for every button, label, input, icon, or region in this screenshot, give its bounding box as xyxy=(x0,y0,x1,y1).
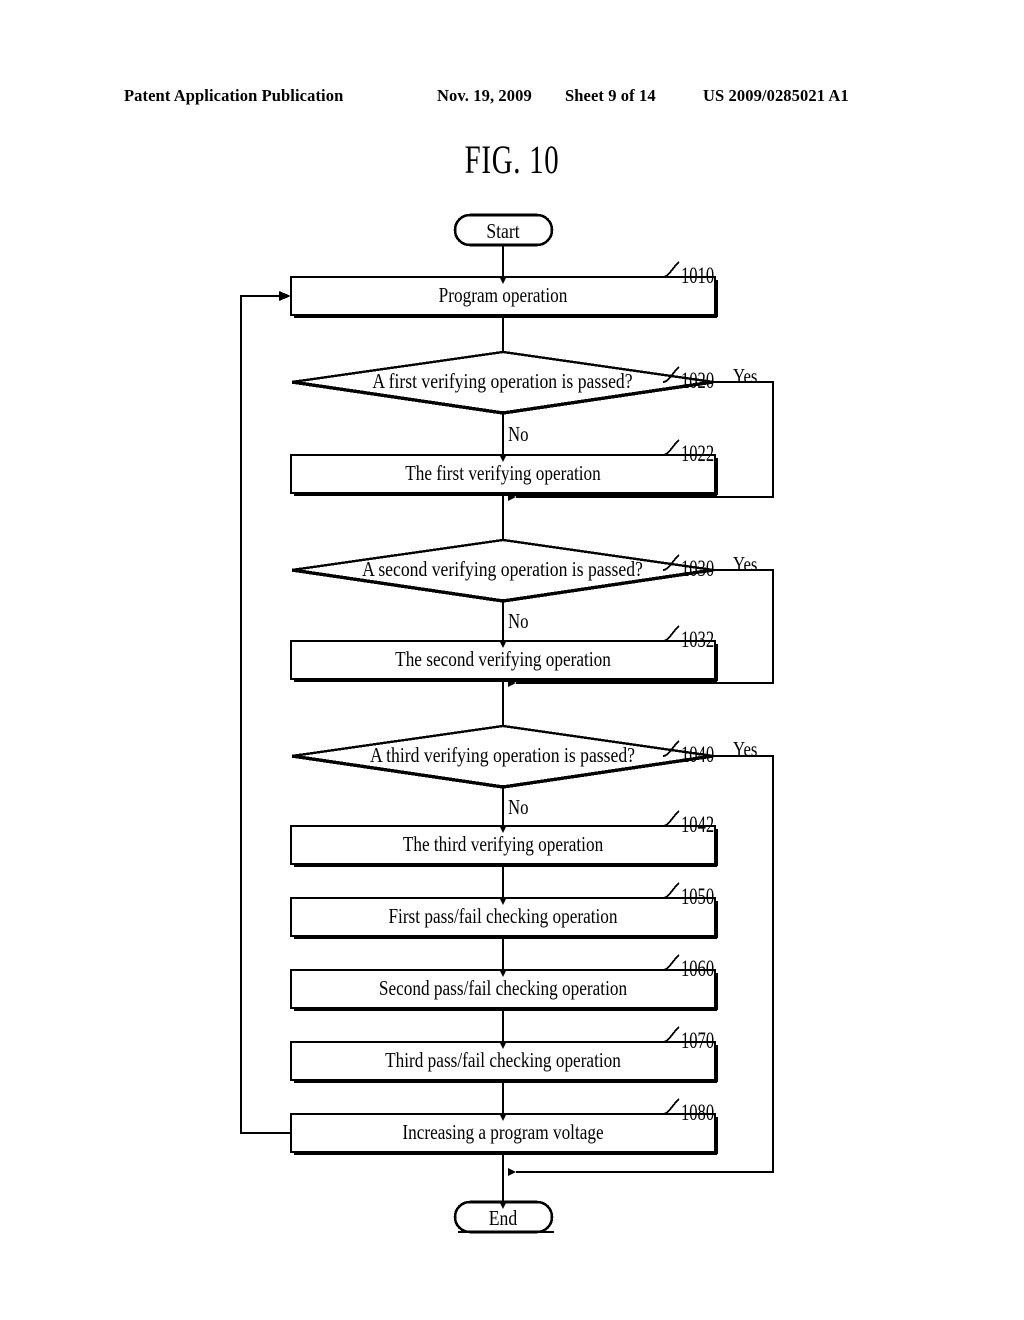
process-box-1042-shape xyxy=(289,824,717,866)
leader-1010 xyxy=(662,261,680,278)
leader-1080 xyxy=(662,1098,680,1115)
start-terminator-shape xyxy=(453,213,554,247)
decision-diamond-1040-shape xyxy=(291,724,714,789)
connector-1030-yes-loop xyxy=(516,568,775,685)
process-box-1010-shape xyxy=(289,275,717,317)
connector-1080-feedback-to-1010 xyxy=(239,294,291,1135)
leader-1060 xyxy=(662,954,680,971)
end-terminator-shape xyxy=(453,1200,554,1234)
process-box-1022-shape xyxy=(289,453,717,495)
arrowhead-feedback xyxy=(279,291,291,301)
process-box-1032-shape xyxy=(289,639,717,681)
decision-diamond-1030-shape xyxy=(291,538,714,603)
process-box-1050-shape xyxy=(289,896,717,938)
leader-1022 xyxy=(662,439,680,456)
process-box-1080-shape xyxy=(289,1112,717,1154)
connector-1020-yes-loop xyxy=(516,380,775,499)
leader-1032 xyxy=(662,625,680,642)
connector-1040-yes-loop xyxy=(516,754,775,1174)
flowchart-canvas xyxy=(239,213,775,1234)
process-box-1070-shape xyxy=(289,1040,717,1082)
process-box-1060-shape xyxy=(289,968,717,1010)
leader-1042 xyxy=(662,810,680,827)
decision-diamond-1020-shape xyxy=(291,350,714,415)
leader-1050 xyxy=(662,882,680,899)
flowchart-diagram: Start End Program operation The first ve… xyxy=(0,0,1024,1320)
leader-1070 xyxy=(662,1026,680,1043)
arrowhead-1040-yes xyxy=(508,1168,516,1176)
